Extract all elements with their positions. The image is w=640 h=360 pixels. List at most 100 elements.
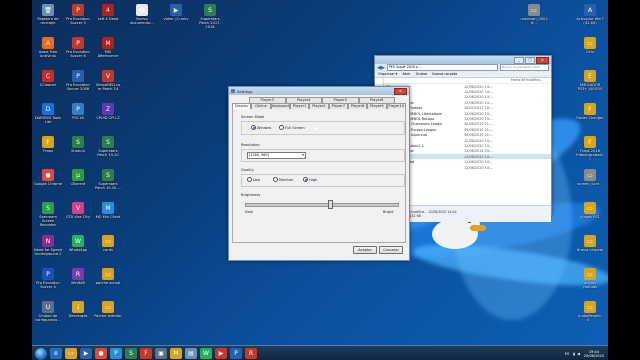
desktop-icon[interactable]: ▭ parche actual [94, 268, 122, 285]
toolbar-item[interactable]: Abrir [402, 72, 410, 76]
desktop-icon[interactable]: ▭ cards [94, 235, 122, 252]
desktop-icon[interactable]: M MO Mix Client [94, 202, 122, 219]
desktop-icon[interactable]: C CCleaner [34, 70, 62, 87]
file-date: 30/06/2019 21:... [464, 122, 494, 127]
desktop-icon[interactable]: ▭ Celu [576, 37, 604, 54]
app-icon: D [42, 103, 54, 115]
forward-icon[interactable]: ▶ [381, 65, 385, 71]
start-button[interactable] [35, 347, 47, 360]
taskbar-app-icon[interactable]: ▭ [65, 348, 77, 359]
minimize-icon[interactable]: _ [514, 56, 524, 64]
toolbar-item[interactable]: Nueva carpeta [432, 72, 457, 76]
quality-medium-radio[interactable]: Medium [273, 177, 293, 182]
desktop-icon[interactable]: ▭ Nueva carpeta [576, 235, 604, 252]
taskbar-app-icon[interactable]: ▣ [155, 348, 167, 359]
ok-button[interactable]: Aceptar [353, 246, 377, 254]
taskbar-app-icon[interactable]: ▶ [215, 348, 227, 359]
desktop-icon[interactable]: ● Google Chrome [34, 169, 62, 186]
app-icon: Z [102, 103, 114, 115]
desktop-icon[interactable]: S Superstars Patch 19-20 [94, 136, 122, 157]
resolution-select[interactable]: [1280, 960] ▾ [247, 152, 306, 159]
search-input[interactable]: Buscar Suplemento 2020 [500, 64, 549, 71]
desktop-icon[interactable]: Z CPUID CPU-Z [94, 103, 122, 120]
taskbar-app-icon[interactable]: P [230, 348, 242, 359]
desktop-icon[interactable]: P Pro Evolution Soccer 2008 [64, 70, 92, 91]
quality-high-radio[interactable]: High [303, 177, 317, 182]
taskbar-app-icon[interactable]: P [110, 348, 122, 359]
desktop-icon-label: Avast Free Antivirus [38, 50, 58, 58]
desktop-icon[interactable]: F Fraps [34, 136, 62, 153]
desktop-icon[interactable]: µ uTorrent [64, 169, 92, 186]
desktop-icon-label: cards [103, 248, 113, 252]
desktop-icon[interactable]: N Need for Speed Underground 2 [34, 235, 62, 256]
maximize-icon[interactable]: □ [525, 56, 535, 64]
desktop-icon[interactable]: S Ssecream Screen Recorder [34, 202, 62, 227]
taskbar-app-icon[interactable]: F [140, 348, 152, 359]
desktop-icon[interactable]: R WinRAR [64, 268, 92, 285]
desktop-icon[interactable]: F Folder Changer [576, 103, 604, 120]
desktop-icon[interactable]: ▭ Parche anterior [94, 301, 122, 318]
desktop-icon[interactable]: P Pro Evolution Soccer 4 [34, 268, 62, 289]
desktop-icon-label: Papelera de reciclaje [37, 17, 59, 25]
desktop-icon[interactable]: F Fraps 2018 Ribbongrabadi... [576, 136, 604, 161]
desktop-icon[interactable]: D DAEMON Tools Lite [34, 103, 62, 124]
address-bar[interactable]: PES Suple 2020 ▸ ... [386, 64, 498, 71]
desktop-icon[interactable]: ▭ AudioReader-0... [576, 301, 604, 322]
desktop-icon[interactable]: ▭ screen_Scre... [576, 169, 604, 186]
taskbar-app-icon[interactable]: R [245, 348, 257, 359]
desktop-icon[interactable]: ▭ unknown_00026... [520, 4, 548, 25]
desktop-icon[interactable]: U Unidad de configuracio... [34, 301, 62, 322]
desktop-icon[interactable]: P Pro Evolution Soccer 6 [64, 37, 92, 58]
brightness-slider-thumb[interactable] [327, 200, 333, 209]
desktop-icon[interactable]: P PSC16 [64, 103, 92, 120]
desktop-icon[interactable]: A Activador Win7 (32-64) [576, 4, 604, 25]
taskbar-app-icon[interactable]: ● [95, 348, 107, 359]
desktop-icon[interactable]: 🗑 Papelera de reciclaje [34, 4, 62, 25]
desktop-icon[interactable]: 4 Left 4 Dead [94, 4, 122, 21]
fullscreen-radio[interactable]: Full Screen [279, 125, 305, 130]
app-icon: W [72, 235, 84, 247]
taskbar-app-icon[interactable]: M [170, 348, 182, 359]
taskbar-app-icon[interactable]: W [200, 348, 212, 359]
brightness-slider[interactable] [245, 203, 399, 207]
desktop-icon[interactable]: A Avast Free Antivirus [34, 37, 62, 58]
volume-icon[interactable]: ◀ [577, 352, 580, 356]
desktop-icon[interactable]: E EMULADOR PS3+ JUEGOS [576, 70, 604, 91]
quality-low-radio[interactable]: Low [247, 177, 260, 182]
close-icon[interactable]: ✕ [394, 87, 407, 95]
app-icon: ▭ [102, 268, 114, 280]
network-icon[interactable]: ▮ [573, 352, 575, 356]
desktop-icon[interactable]: M MSI Afterburner [94, 37, 122, 58]
desktop-icon[interactable]: ▭ arenas youtube [576, 268, 604, 289]
desktop-icon[interactable]: S Shotcut [64, 136, 92, 153]
desktop-icon[interactable]: V VirtualRED.com Patch 14 [94, 70, 122, 91]
clock[interactable]: 19:44 29/06/2020 [584, 350, 604, 358]
desktop-icon[interactable]: ▭ Juegos PS1 [576, 202, 604, 219]
app-icon: S [42, 202, 54, 214]
desktop-icon[interactable]: S Superstars Patch 19-20 ... [94, 169, 122, 190]
desktop-icon-label: MSI Afterburner [97, 50, 119, 58]
taskbar-app-icon[interactable]: e [50, 348, 62, 359]
taskbar-app-icon[interactable]: S [125, 348, 137, 359]
toolbar-item[interactable]: Organizar ▾ [378, 72, 397, 76]
desktop-icon[interactable]: ▤ Nuevo documento... [128, 4, 156, 25]
desktop-icon-label: screen_Scre... [577, 182, 603, 186]
language-indicator[interactable]: ES [565, 352, 569, 356]
settings-titlebar: Settings ✕ [229, 87, 409, 95]
desktop-icon[interactable]: W WhatsApp [64, 235, 92, 252]
window-radio[interactable]: Window [251, 125, 271, 130]
desktop-icon-label: Fraps 2018 Ribbongrabadi... [576, 149, 604, 161]
close-icon[interactable]: ✕ [536, 56, 549, 64]
taskbar-app-icon[interactable]: ▤ [185, 348, 197, 359]
toolbar-item[interactable]: Grabar [416, 72, 428, 76]
desktop-icon[interactable]: P Pro Evolution Soccer 5 [64, 4, 92, 25]
desktop-icon[interactable]: S Superstars Patch 2017-2018 [196, 4, 224, 29]
app-icon: E [584, 70, 596, 82]
cancel-button[interactable]: Cancelar [379, 246, 403, 254]
desktop-icon[interactable]: ↓ Descargas [64, 301, 92, 318]
desktop-icon[interactable]: V GTA Vice City [64, 202, 92, 219]
taskbar-app-icon[interactable]: ▶ [80, 348, 92, 359]
desktop-icon[interactable]: ▶ video (1).mkv [162, 4, 190, 21]
date-column-header[interactable]: Fecha de modifica... [511, 78, 543, 83]
app-icon: ▭ [102, 301, 114, 313]
